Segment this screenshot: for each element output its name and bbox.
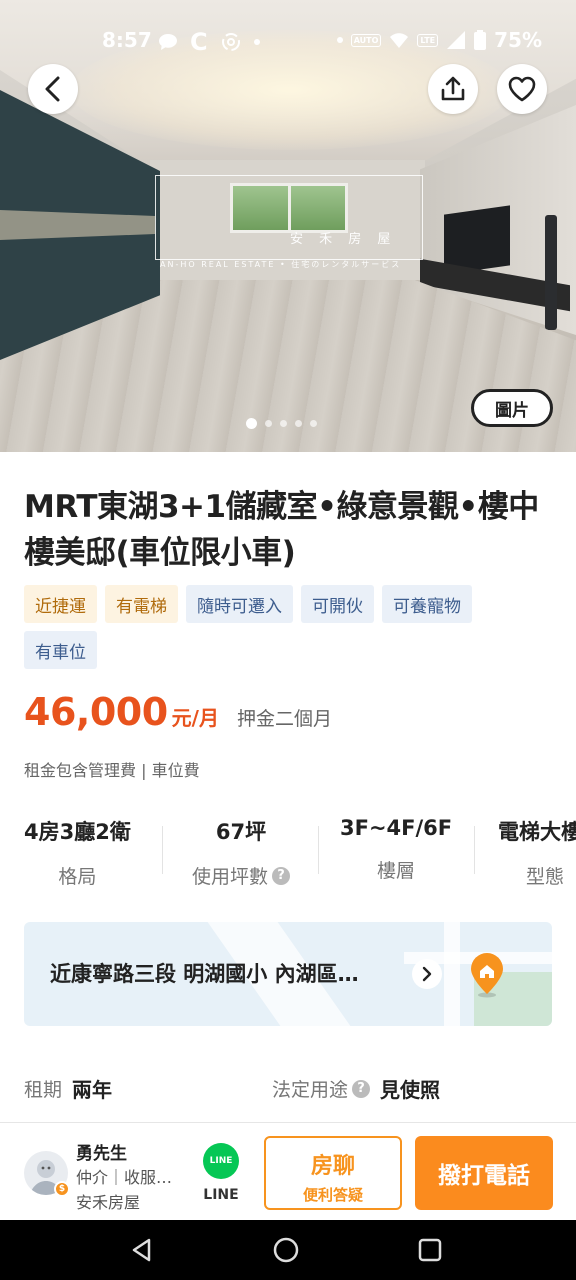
- spec-label-text: 樓層: [376, 860, 415, 882]
- divider: [318, 826, 319, 874]
- slide-dot-2: [265, 420, 272, 427]
- speaker: [545, 215, 557, 330]
- status-time: 8:57: [102, 28, 152, 52]
- watermark-frame: [155, 175, 423, 260]
- slide-indicator: [246, 418, 317, 429]
- battery-level: 75%: [494, 28, 542, 52]
- feature-tags: 近捷運 有電梯 隨時可遷入 可開伙 可養寵物有車位: [24, 585, 544, 669]
- lease-term-label: 租期: [24, 1079, 63, 1101]
- spec-strip: 4房3廳2衛 格局 67坪 使用坪數? 3F~4F/6F 樓層 電梯大樓 型態: [0, 816, 576, 896]
- chevron-left-icon: [45, 76, 60, 102]
- heart-icon: [508, 76, 536, 102]
- share-button[interactable]: [428, 64, 478, 114]
- feature-tag: 有電梯: [105, 585, 178, 623]
- battery-icon: [474, 30, 487, 50]
- spec-area: 67坪 使用坪數?: [186, 816, 296, 889]
- price-value: 46,000: [24, 690, 168, 734]
- spec-label: 樓層: [340, 856, 452, 883]
- location-card[interactable]: 近康寧路三段 明湖國小 內湖區…: [24, 922, 552, 1026]
- agent-role: 仲介｜收服…: [76, 1168, 173, 1187]
- spec-label-text: 格局: [58, 866, 97, 888]
- watermark-name: 安 禾 房 屋: [290, 232, 397, 247]
- legal-use-label[interactable]: 法定用途?: [272, 1075, 371, 1102]
- signal-icon: [447, 31, 466, 49]
- spec-type: 電梯大樓 型態: [498, 816, 576, 889]
- price-unit: 元/月: [171, 706, 219, 730]
- chat-button[interactable]: 房聊 便利答疑: [264, 1136, 402, 1210]
- slide-dot-4: [295, 420, 302, 427]
- system-nav-bar: [0, 1220, 576, 1280]
- photos-button[interactable]: 圖片: [471, 389, 553, 427]
- map-road: [444, 922, 460, 1026]
- message-icon: [159, 34, 177, 50]
- spec-label[interactable]: 使用坪數?: [186, 862, 296, 889]
- line-label: LINE: [203, 1187, 239, 1203]
- chat-subtitle: 便利答疑: [302, 1186, 363, 1204]
- agent-name: 勇先生: [76, 1144, 127, 1164]
- feature-tag: 隨時可遷入: [186, 585, 293, 623]
- carrier-letter: C: [190, 28, 208, 56]
- spec-value: 電梯大樓: [498, 820, 576, 844]
- back-button[interactable]: [28, 64, 78, 114]
- share-icon: [441, 76, 465, 101]
- call-button[interactable]: 撥打電話: [415, 1136, 553, 1210]
- hero-photo[interactable]: 安 禾 房 屋 AN-HO REAL ESTATE • 住宅のレンタルサービス: [0, 0, 576, 452]
- legal-use-value: 見使照: [380, 1078, 441, 1102]
- line-button[interactable]: LINE LINE: [198, 1143, 244, 1203]
- lease-term-row: 租期 兩年: [24, 1074, 112, 1103]
- location-address: 近康寧路三段 明湖國小 內湖區…: [50, 962, 359, 986]
- notification-icons: C: [158, 28, 260, 56]
- hotspot-icon: [221, 33, 240, 51]
- slide-dot-3: [280, 420, 287, 427]
- wifi-icon: [390, 33, 409, 48]
- spec-layout: 4房3廳2衛 格局: [24, 816, 131, 889]
- spec-value: 67坪: [215, 820, 267, 844]
- dot-icon: [336, 37, 343, 43]
- listing-title: MRT東湖3+1儲藏室•綠意景觀•樓中樓美邸(車位限小車): [24, 489, 539, 571]
- nav-back-icon[interactable]: [128, 1236, 156, 1264]
- slide-dot-1: [246, 418, 257, 429]
- spec-value: 4房3廳2衛: [24, 820, 131, 844]
- feature-tag: 可養寵物: [382, 585, 472, 623]
- divider: [474, 826, 475, 874]
- legal-use-row: 法定用途? 見使照: [272, 1074, 440, 1103]
- lease-term-value: 兩年: [72, 1078, 113, 1102]
- system-icons: AUTO LTE 75%: [336, 28, 542, 52]
- chevron-right-icon: [422, 966, 432, 982]
- feature-tag: 近捷運: [24, 585, 97, 623]
- auto-badge: AUTO: [350, 33, 382, 47]
- agent-company: 安禾房屋: [76, 1193, 141, 1212]
- chat-title: 房聊: [310, 1154, 355, 1179]
- spec-label-text: 使用坪數: [191, 866, 268, 888]
- map-pin-icon: [471, 953, 503, 998]
- spec-floor: 3F~4F/6F 樓層: [340, 816, 452, 883]
- legal-use-label-text: 法定用途: [272, 1079, 349, 1101]
- nav-home-icon[interactable]: [272, 1236, 300, 1264]
- status-bar: 8:57 C AUTO LTE 75%: [0, 22, 576, 58]
- spec-label: 型態: [498, 862, 576, 889]
- deposit-text: 押金二個月: [236, 708, 332, 730]
- watermark-subtitle: AN-HO REAL ESTATE • 住宅のレンタルサービス: [160, 260, 402, 269]
- slide-dot-5: [310, 420, 317, 427]
- location-chevron[interactable]: [412, 959, 442, 989]
- favorite-button[interactable]: [497, 64, 547, 114]
- line-icon: LINE: [203, 1143, 239, 1179]
- more-dot: [253, 39, 260, 45]
- spec-value: 3F~4F/6F: [340, 816, 453, 840]
- fee-note: 租金包含管理費 | 車位費: [24, 761, 200, 780]
- feature-tag: 有車位: [24, 631, 97, 669]
- contact-bar: $ 勇先生 仲介｜收服… 安禾房屋 LINE LINE 房聊 便利答疑 撥打電話: [0, 1122, 576, 1220]
- price-row: 46,000 元/月 押金二個月: [24, 690, 332, 734]
- lte-badge: LTE: [417, 33, 439, 47]
- spec-label-text: 型態: [526, 866, 565, 888]
- feature-tag: 可開伙: [301, 585, 374, 623]
- nav-recents-icon[interactable]: [416, 1236, 444, 1264]
- spec-label: 格局: [24, 862, 131, 889]
- divider: [162, 826, 163, 874]
- verified-badge-icon: $: [54, 1181, 70, 1197]
- help-icon[interactable]: ?: [272, 866, 290, 885]
- help-icon[interactable]: ?: [352, 1079, 371, 1098]
